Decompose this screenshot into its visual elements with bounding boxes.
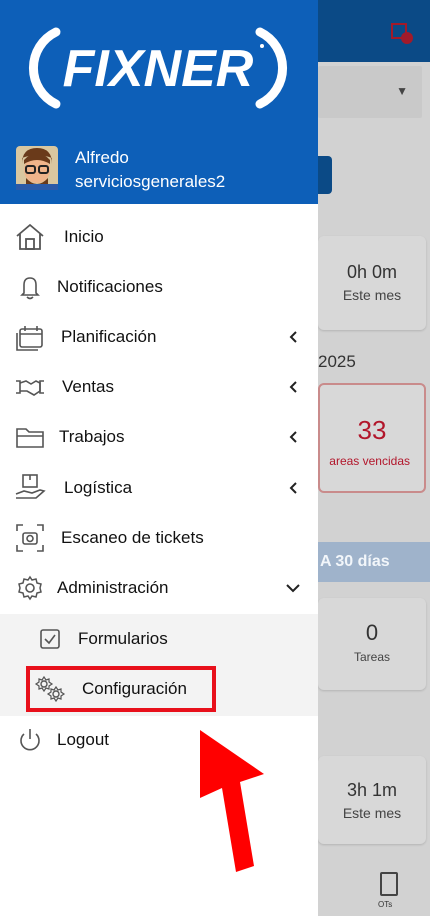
card-subtitle: Este mes [342,805,402,821]
menu-item-logistica[interactable]: Logística [0,463,318,513]
card-subtitle: Este mes [342,287,402,303]
menu-label: Escaneo de tickets [61,528,204,547]
power-icon [14,724,46,756]
bell-icon [14,271,46,303]
background-card-hours-2: 3h 1m Este mes [318,756,426,844]
background-bottom-nav: OTs [318,866,430,916]
overdue-label: areas vencidas [329,454,410,468]
card-value: 3h 1m [346,780,398,800]
menu-label: Formularios [78,629,168,648]
overdue-value: 33 [357,415,387,445]
background-band: A 30 días [318,542,430,582]
menu-item-ventas[interactable]: Ventas [0,362,318,412]
background-button[interactable] [318,156,332,194]
chevron-down-icon [286,584,300,593]
chevron-left-icon [289,482,297,494]
red-arrow-annotation [200,730,264,872]
menu-label: Notificaciones [57,277,163,296]
chevron-left-icon [289,431,297,443]
user-email: serviciosgenerales2 [75,172,226,191]
folder-icon [14,421,46,453]
user-name: Alfredo [75,148,129,167]
background-dropdown[interactable]: ▼ [318,66,422,118]
checkbox-icon [34,623,66,655]
background-card-tasks: 0 Tareas [318,598,426,690]
highlight-box [26,666,216,712]
submenu-item-formularios[interactable]: Formularios [0,614,318,664]
handshake-icon [14,371,46,403]
svg-text:FIXNER: FIXNER [63,40,254,98]
menu-label: Inicio [64,227,104,246]
fixner-logo: FIXNER [29,27,287,109]
box-hand-icon [14,472,46,504]
chevron-left-icon [289,381,297,393]
menu-label: Planificación [61,327,157,346]
caret-down-icon: ▼ [396,84,408,98]
menu-label: Ventas [62,377,114,396]
menu-item-logout[interactable]: Logout [0,715,318,765]
navigation-drawer: FIXNER Alfredo serviciosgenerales2 Inici… [0,0,318,916]
menu-label: Logout [57,730,109,749]
menu-item-escaneo[interactable]: Escaneo de tickets [0,513,318,563]
menu-item-trabajos[interactable]: Trabajos [0,412,318,462]
background-year: 2025 [318,352,356,371]
bottom-nav-label: OTs [378,900,393,909]
menu-item-notificaciones[interactable]: Notificaciones [0,262,318,312]
drawer-header: FIXNER Alfredo serviciosgenerales2 [0,0,318,204]
menu-label: Logística [64,478,133,497]
card-value: 0h 0m [346,262,398,282]
scan-camera-icon [14,522,46,554]
background-alert-icon[interactable] [386,18,416,48]
background-overdue-card: 33 areas vencidas [318,383,426,493]
home-icon [14,221,46,253]
chevron-left-icon [289,331,297,343]
menu-item-planificacion[interactable]: Planificación [0,312,318,362]
card-subtitle: Tareas [353,650,391,664]
document-icon[interactable] [380,872,398,896]
avatar[interactable] [16,146,58,190]
background-card-hours: 0h 0m Este mes [318,236,426,330]
menu-item-administracion[interactable]: Administración [0,563,318,613]
menu-label: Trabajos [59,427,125,446]
card-value: 0 [365,620,379,645]
gear-icon [14,572,46,604]
menu-item-inicio[interactable]: Inicio [0,212,318,262]
calendar-icon [14,321,46,353]
menu-label: Administración [57,578,169,597]
